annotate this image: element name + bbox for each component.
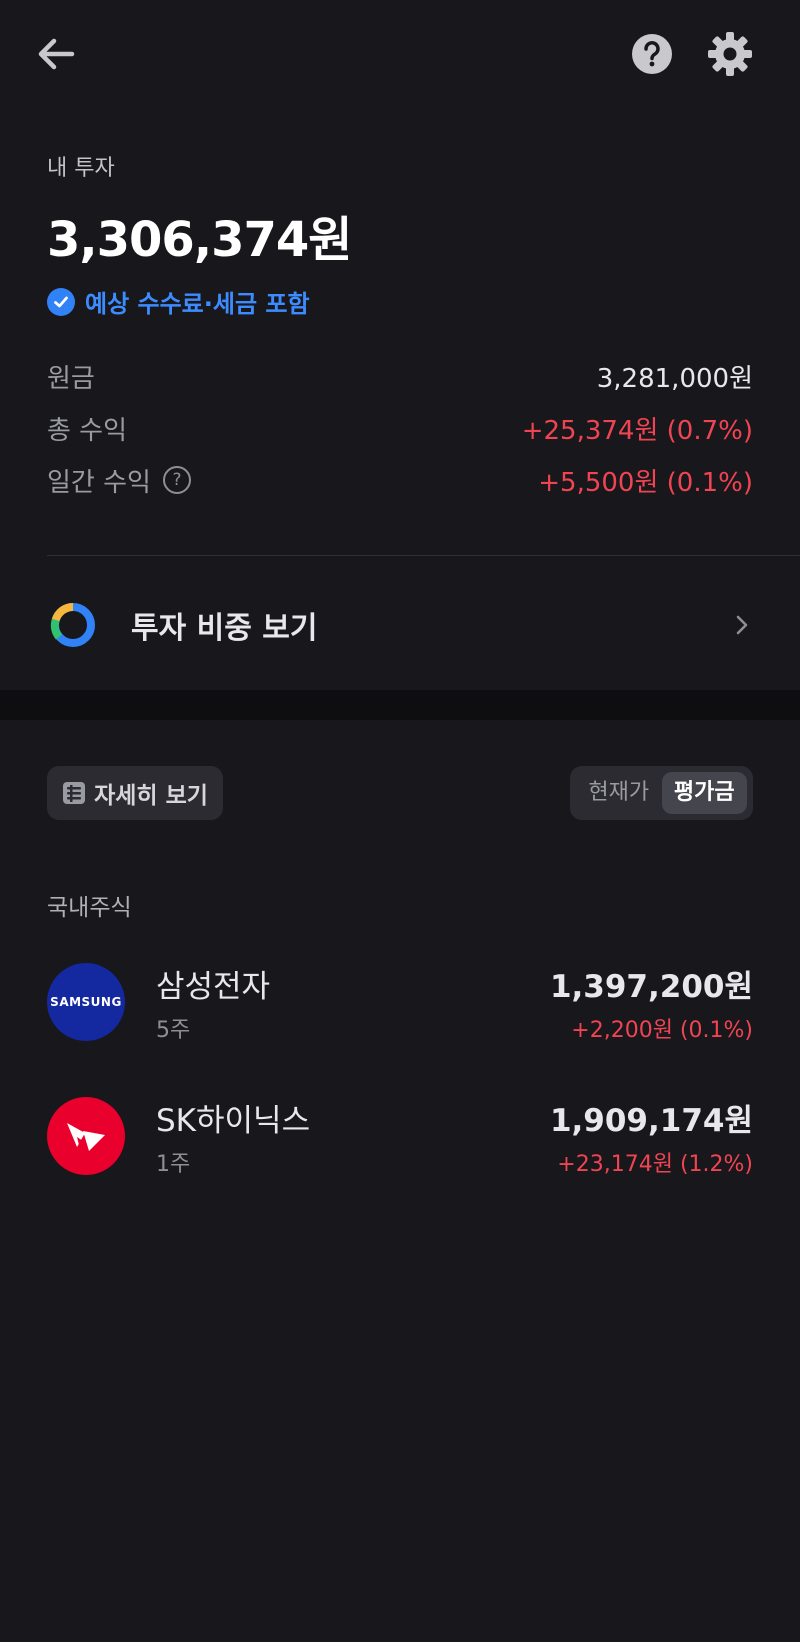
stock-name: SK하이닉스 (156, 1102, 311, 1139)
help-circle-icon[interactable]: ? (162, 466, 191, 494)
stock-item-sk-hynix[interactable]: SK하이닉스 1주 1,909,174원 +23,174원 (1.2%) (47, 1095, 753, 1178)
stock-value: 1,397,200원 (549, 968, 753, 1005)
fee-tax-note: 예상 수수료·세금 포함 (85, 290, 310, 318)
total-investment-value: 3,306,374원 (47, 212, 352, 268)
total-return-row: 총 수익 +25,374원 (0.7%) (47, 402, 753, 454)
back-button[interactable] (30, 28, 82, 80)
stock-quantity: 1주 (156, 1151, 191, 1177)
daily-return-value: +5,500원 (0.1%) (538, 467, 753, 498)
view-details-button[interactable]: 자세히 보기 (47, 766, 223, 820)
help-button[interactable] (630, 32, 674, 76)
stock-change: +2,200원 (0.1%) (571, 1017, 753, 1043)
investment-ratio-button[interactable]: 투자 비중 보기 (47, 585, 753, 665)
total-return-value: +25,374원 (0.7%) (521, 415, 753, 446)
check-circle-icon (47, 287, 75, 316)
investment-stats: 원금 3,281,000원 총 수익 +25,374원 (0.7%) 일간 수익… (47, 350, 753, 506)
view-details-label: 자세히 보기 (94, 783, 208, 809)
principal-row: 원금 3,281,000원 (47, 350, 753, 402)
investment-summary: 내 투자 3,306,374원 예상 수수료·세금 포함 (47, 150, 753, 319)
investment-ratio-label: 투자 비중 보기 (131, 611, 318, 646)
settings-button[interactable] (706, 30, 754, 78)
daily-return-label: 일간 수익 (47, 467, 151, 498)
fee-tax-included-toggle[interactable]: 예상 수수료·세금 포함 (47, 284, 753, 319)
stock-info: SK하이닉스 1주 (156, 1095, 550, 1178)
toggle-current-price[interactable]: 현재가 (576, 772, 662, 814)
gear-icon (708, 32, 752, 76)
stock-name: 삼성전자 (156, 968, 271, 1005)
principal-value: 3,281,000원 (596, 363, 753, 394)
samsung-logo-text: SAMSUNG (50, 995, 122, 1009)
section-separator (0, 690, 800, 720)
stock-values: 1,397,200원 +2,200원 (0.1%) (550, 961, 753, 1044)
arrow-left-icon (38, 38, 75, 70)
sk-hynix-logo (47, 1097, 125, 1175)
samsung-logo: SAMSUNG (47, 963, 125, 1041)
stock-info: 삼성전자 5주 (156, 961, 550, 1044)
stock-change: +23,174원 (1.2%) (557, 1151, 753, 1177)
stock-value: 1,909,174원 (549, 1102, 753, 1139)
daily-return-label-group: 일간 수익 ? (47, 462, 191, 499)
divider (47, 555, 800, 556)
stock-item-samsung[interactable]: SAMSUNG 삼성전자 5주 1,397,200원 +2,200원 (0.1%… (47, 961, 753, 1044)
principal-label: 원금 (47, 363, 95, 394)
total-return-label: 총 수익 (47, 415, 128, 446)
top-bar (0, 0, 800, 110)
list-icon (63, 782, 86, 804)
butterfly-icon (67, 1123, 105, 1151)
summary-label: 내 투자 (47, 156, 115, 181)
price-mode-toggle: 현재가 평가금 (570, 766, 753, 820)
help-circle-icon (632, 34, 672, 74)
toggle-valuation[interactable]: 평가금 (661, 772, 747, 814)
domestic-stocks-header: 국내주식 (47, 895, 132, 921)
stock-quantity: 5주 (156, 1017, 191, 1043)
daily-return-row: 일간 수익 ? +5,500원 (0.1%) (47, 454, 753, 506)
stock-values: 1,909,174원 +23,174원 (1.2%) (550, 1095, 753, 1178)
donut-chart-icon (50, 603, 95, 647)
chevron-right-icon (736, 615, 748, 635)
